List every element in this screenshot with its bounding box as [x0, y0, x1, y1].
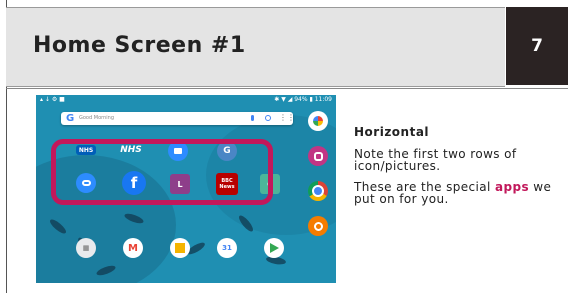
status-icons-right: ✱ ▼ ◢ 94% ▮ 11:09	[274, 96, 332, 103]
status-icons-left: ▴ ↓ ⚙ ■	[40, 96, 65, 103]
play-store-icon[interactable]	[264, 238, 284, 258]
apps-highlight: apps	[494, 180, 530, 194]
highlight-box	[51, 139, 273, 205]
photos-app-icon[interactable]	[308, 111, 328, 131]
more-apps-icon[interactable]: ⋮⋮	[279, 113, 295, 123]
instagram-app-icon[interactable]	[308, 146, 328, 166]
gallery-app-icon[interactable]	[170, 238, 190, 258]
play-triangle-icon	[269, 243, 279, 253]
explanation-heading: Horizontal	[354, 125, 430, 139]
calendar-app-icon[interactable]: 31	[217, 238, 237, 258]
google-icon: G	[66, 113, 75, 124]
chrome-app-icon[interactable]	[308, 181, 328, 201]
tablet-screenshot: ▴ ↓ ⚙ ■ ✱ ▼ ◢ 94% ▮ 11:09 G Good Morning…	[36, 95, 336, 283]
image-icon	[175, 243, 185, 253]
slide: Home Screen #1 7 ▴ ↓ ⚙ ■ ✱ ▼ ◢ 94% ▮ 11:…	[0, 0, 568, 293]
status-bar: ▴ ↓ ⚙ ■ ✱ ▼ ◢ 94% ▮ 11:09	[36, 95, 336, 105]
lens-icon[interactable]	[265, 115, 271, 121]
mic-icon[interactable]	[251, 115, 254, 121]
explanation-panel: Horizontal Note the first two rows of ic…	[354, 125, 564, 214]
explanation-paragraph-2: These are the special apps we put on for…	[354, 180, 552, 206]
google-search-bar[interactable]: G Good Morning ⋮⋮	[61, 112, 295, 125]
explanation-paragraph-1: Note the first two rows of icon/pictures…	[354, 147, 517, 173]
o-app-icon[interactable]	[308, 216, 328, 236]
slide-header: Home Screen #1	[6, 7, 505, 87]
gmail-app-icon[interactable]: M	[123, 238, 143, 258]
page-number: 7	[506, 7, 568, 85]
app-folder-icon[interactable]: ▦	[76, 238, 96, 258]
search-placeholder: Good Morning	[79, 115, 114, 121]
camera-icon	[313, 151, 323, 161]
pinwheel-icon	[313, 116, 323, 126]
slide-title: Home Screen #1	[33, 33, 246, 58]
chrome-center-icon	[312, 185, 324, 197]
header-divider	[6, 88, 568, 89]
ring-icon	[313, 221, 323, 231]
